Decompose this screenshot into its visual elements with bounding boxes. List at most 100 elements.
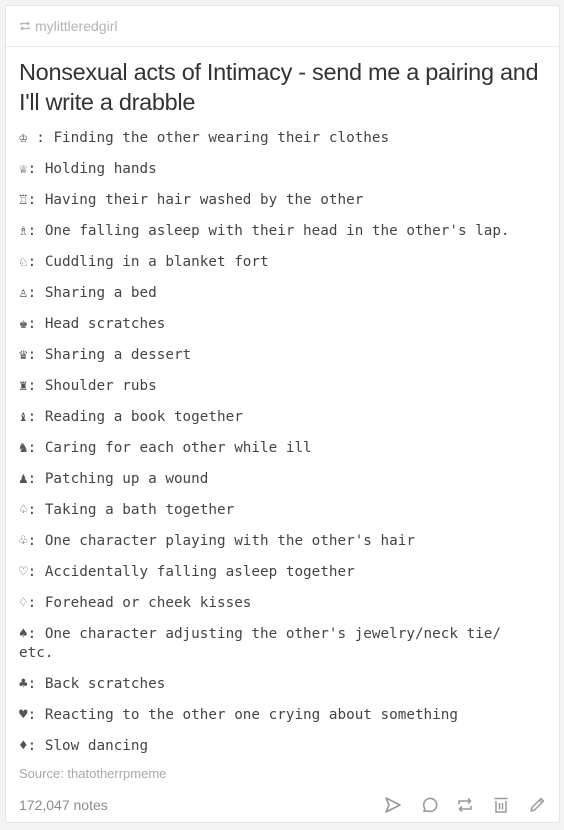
edit-button[interactable] — [527, 795, 547, 815]
chess-suit-symbol-icon: ♞ — [19, 440, 28, 456]
chess-suit-symbol-icon: ♦ — [19, 738, 28, 754]
list-item-text: Accidentally falling asleep together — [44, 564, 355, 580]
separator: : — [27, 223, 45, 239]
separator: : — [27, 378, 45, 394]
chess-suit-symbol-icon: ♗ — [19, 223, 28, 239]
list-item-text: One character playing with the other's h… — [44, 533, 415, 549]
list-item-text: Reacting to the other one crying about s… — [44, 707, 458, 723]
list-item: ♔ : Finding the other wearing their clot… — [19, 123, 524, 154]
share-button[interactable] — [383, 795, 403, 815]
chess-suit-symbol-icon: ♧ — [19, 533, 28, 549]
comment-icon — [422, 797, 438, 813]
reblog-button[interactable] — [455, 795, 475, 815]
separator: : — [27, 738, 45, 754]
list-item-text: One falling asleep with their head in th… — [44, 223, 510, 239]
chess-suit-symbol-icon: ♝ — [19, 409, 28, 425]
post-title: Nonsexual acts of Intimacy - send me a p… — [19, 59, 539, 115]
chess-suit-symbol-icon: ♖ — [19, 192, 28, 208]
separator: : — [27, 409, 45, 425]
pencil-icon — [530, 797, 545, 812]
chess-suit-symbol-icon: ♔ — [19, 130, 28, 146]
list-item-text: Finding the other wearing their clothes — [53, 130, 390, 146]
chess-suit-symbol-icon: ♡ — [19, 564, 28, 580]
post-source[interactable]: Source: thatotherrpmeme — [19, 766, 166, 781]
notes-count[interactable]: 172,047 notes — [19, 797, 108, 813]
list-item-text: Shoulder rubs — [44, 378, 157, 394]
delete-button[interactable] — [491, 795, 511, 815]
separator: : — [27, 440, 45, 456]
chess-suit-symbol-icon: ♟ — [19, 471, 28, 487]
separator: : — [27, 595, 45, 611]
list-item: ♝: Reading a book together — [19, 402, 524, 433]
separator: : — [27, 130, 54, 146]
list-item: ♦: Slow dancing — [19, 731, 524, 762]
list-item: ♜: Shoulder rubs — [19, 371, 524, 402]
separator: : — [27, 564, 45, 580]
list-item-text: Forehead or cheek kisses — [44, 595, 252, 611]
list-item: ♙: Sharing a bed — [19, 278, 524, 309]
list-item-text: Sharing a bed — [44, 285, 157, 301]
list-item: ♥: Reacting to the other one crying abou… — [19, 700, 524, 731]
list-item-text: Cuddling in a blanket fort — [44, 254, 269, 270]
list-item-text: Sharing a dessert — [44, 347, 192, 363]
separator: : — [27, 676, 45, 692]
list-item: ♖: Having their hair washed by the other — [19, 185, 524, 216]
chess-suit-symbol-icon: ♠ — [19, 626, 28, 642]
list-item: ♘: Cuddling in a blanket fort — [19, 247, 524, 278]
separator: : — [27, 285, 45, 301]
list-item: ♡: Accidentally falling asleep together — [19, 557, 524, 588]
list-item: ♤: Taking a bath together — [19, 495, 524, 526]
list-item-text: Having their hair washed by the other — [44, 192, 364, 208]
reblogged-from-username[interactable]: mylittleredgirl — [35, 18, 117, 34]
separator: : — [27, 533, 45, 549]
chess-suit-symbol-icon: ♢ — [19, 595, 28, 611]
list-item-text: Reading a book together — [44, 409, 243, 425]
separator: : — [27, 471, 45, 487]
chess-suit-symbol-icon: ♕ — [19, 161, 28, 177]
list-item: ♠: One character adjusting the other's j… — [19, 619, 524, 669]
list-item: ♣: Back scratches — [19, 669, 524, 700]
chess-suit-symbol-icon: ♙ — [19, 285, 28, 301]
list-item: ♟: Patching up a wound — [19, 464, 524, 495]
chess-suit-symbol-icon: ♘ — [19, 254, 28, 270]
separator: : — [27, 502, 45, 518]
list-item-text: Slow dancing — [44, 738, 149, 754]
list-item: ♚: Head scratches — [19, 309, 524, 340]
separator: : — [27, 707, 45, 723]
list-item-text: Taking a bath together — [44, 502, 235, 518]
list-item-text: Holding hands — [44, 161, 157, 177]
chess-suit-symbol-icon: ♣ — [19, 676, 28, 692]
list-item: ♞: Caring for each other while ill — [19, 433, 524, 464]
post-actions — [383, 795, 547, 815]
post-header: mylittleredgirl — [6, 6, 559, 47]
chess-suit-symbol-icon: ♚ — [19, 316, 28, 332]
separator: : — [27, 626, 45, 642]
list-item: ♗: One falling asleep with their head in… — [19, 216, 524, 247]
list-item: ♧: One character playing with the other'… — [19, 526, 524, 557]
separator: : — [27, 254, 45, 270]
chess-suit-symbol-icon: ♥ — [19, 707, 28, 723]
separator: : — [27, 192, 45, 208]
intimacy-list: ♔ : Finding the other wearing their clot… — [19, 123, 559, 762]
list-item-text: One character adjusting the other's jewe… — [19, 626, 510, 661]
separator: : — [27, 316, 45, 332]
separator: : — [27, 347, 45, 363]
reply-button[interactable] — [419, 795, 439, 815]
chess-suit-symbol-icon: ♤ — [19, 502, 28, 518]
chess-suit-symbol-icon: ♛ — [19, 347, 28, 363]
post-card: mylittleredgirl Nonsexual acts of Intima… — [5, 5, 560, 823]
list-item-text: Patching up a wound — [44, 471, 209, 487]
reblog-icon — [458, 797, 472, 813]
post-footer: 172,047 notes — [19, 793, 547, 817]
list-item: ♛: Sharing a dessert — [19, 340, 524, 371]
reblog-icon — [19, 21, 31, 31]
list-item-text: Back scratches — [44, 676, 166, 692]
send-icon — [385, 797, 401, 813]
list-item-text: Head scratches — [44, 316, 166, 332]
list-item-text: Caring for each other while ill — [44, 440, 312, 456]
trash-icon — [494, 797, 508, 813]
list-item: ♢: Forehead or cheek kisses — [19, 588, 524, 619]
list-item: ♕: Holding hands — [19, 154, 524, 185]
separator: : — [27, 161, 45, 177]
chess-suit-symbol-icon: ♜ — [19, 378, 28, 394]
